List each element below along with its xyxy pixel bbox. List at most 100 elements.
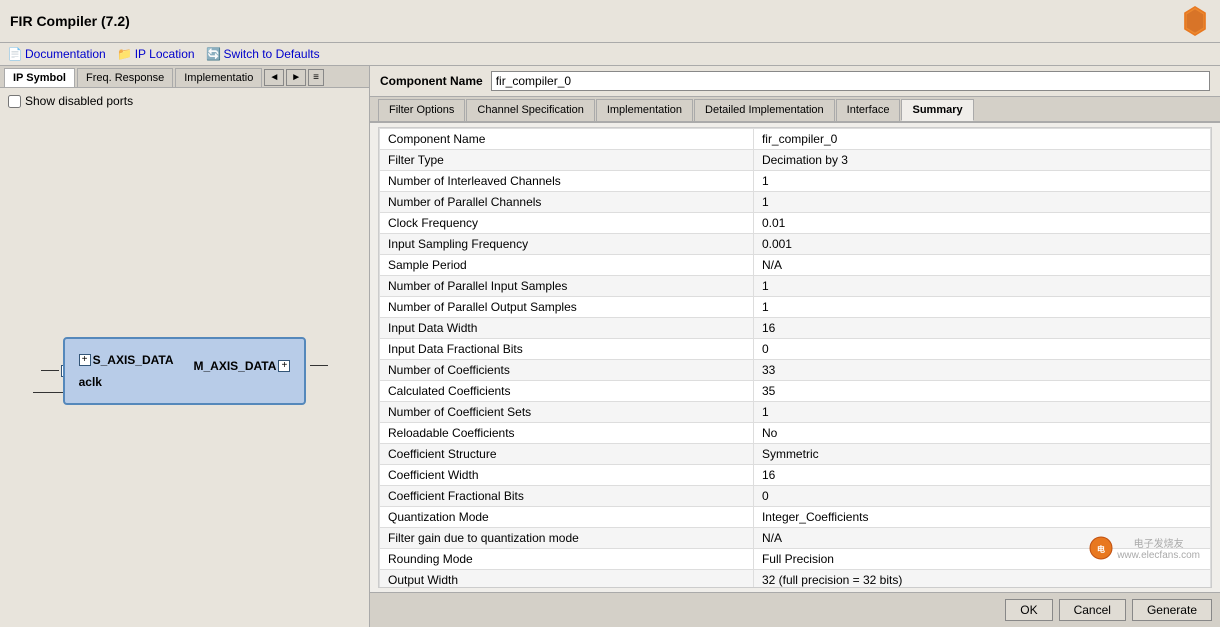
show-ports-row: Show disabled ports bbox=[0, 88, 369, 114]
table-row: Coefficient Width16 bbox=[380, 465, 1211, 486]
s-axis-data-port-label: S_AXIS_DATA bbox=[93, 353, 174, 367]
right-tabs-bar: Filter Options Channel Specification Imp… bbox=[370, 97, 1220, 123]
value-cell: Symmetric bbox=[753, 444, 1210, 465]
switch-defaults-icon: 🔄 bbox=[207, 47, 221, 61]
tab-implementation[interactable]: Implementation bbox=[596, 99, 693, 121]
property-cell: Sample Period bbox=[380, 255, 754, 276]
value-cell: 35 bbox=[753, 381, 1210, 402]
table-row: Component Namefir_compiler_0 bbox=[380, 129, 1211, 150]
ip-location-link[interactable]: 📁 IP Location bbox=[118, 47, 195, 61]
table-row: Number of Coefficients33 bbox=[380, 360, 1211, 381]
value-cell: 1 bbox=[753, 402, 1210, 423]
property-cell: Quantization Mode bbox=[380, 507, 754, 528]
table-row: Clock Frequency0.01 bbox=[380, 213, 1211, 234]
table-row: Reloadable CoefficientsNo bbox=[380, 423, 1211, 444]
value-cell: 16 bbox=[753, 465, 1210, 486]
m-axis-data-port-plus[interactable]: + bbox=[278, 360, 290, 372]
value-cell: N/A bbox=[753, 255, 1210, 276]
generate-button[interactable]: Generate bbox=[1132, 599, 1212, 621]
property-cell: Number of Parallel Channels bbox=[380, 192, 754, 213]
property-cell: Coefficient Fractional Bits bbox=[380, 486, 754, 507]
right-panel: Component Name Filter Options Channel Sp… bbox=[370, 66, 1220, 627]
table-row: Coefficient StructureSymmetric bbox=[380, 444, 1211, 465]
ok-cancel-bar: OK Cancel Generate bbox=[370, 592, 1220, 627]
table-row: Number of Coefficient Sets1 bbox=[380, 402, 1211, 423]
table-row: Rounding ModeFull Precision bbox=[380, 549, 1211, 570]
value-cell: 1 bbox=[753, 171, 1210, 192]
aclk-port-label: aclk bbox=[79, 375, 102, 389]
value-cell: 33 bbox=[753, 360, 1210, 381]
altera-logo-icon bbox=[1180, 6, 1210, 36]
summary-data-table: Component Namefir_compiler_0Filter TypeD… bbox=[379, 128, 1211, 588]
value-cell: Decimation by 3 bbox=[753, 150, 1210, 171]
show-disabled-ports-label: Show disabled ports bbox=[25, 94, 133, 108]
property-cell: Number of Parallel Input Samples bbox=[380, 276, 754, 297]
value-cell: 0.001 bbox=[753, 234, 1210, 255]
component-name-row: Component Name bbox=[370, 66, 1220, 97]
m-axis-data-port-label: M_AXIS_DATA bbox=[194, 359, 277, 373]
value-cell: 1 bbox=[753, 297, 1210, 318]
table-row: Calculated Coefficients35 bbox=[380, 381, 1211, 402]
tab-summary[interactable]: Summary bbox=[901, 99, 973, 121]
component-name-label: Component Name bbox=[380, 74, 483, 88]
tab-nav-prev[interactable]: ◄ bbox=[264, 69, 284, 86]
tab-interface[interactable]: Interface bbox=[836, 99, 901, 121]
table-row: Number of Parallel Input Samples1 bbox=[380, 276, 1211, 297]
component-name-input[interactable] bbox=[491, 71, 1210, 91]
cancel-button[interactable]: Cancel bbox=[1059, 599, 1126, 621]
table-row: Number of Parallel Output Samples1 bbox=[380, 297, 1211, 318]
tab-filter-options[interactable]: Filter Options bbox=[378, 99, 465, 121]
tab-freq-response[interactable]: Freq. Response bbox=[77, 68, 173, 87]
value-cell: 0.01 bbox=[753, 213, 1210, 234]
property-cell: Clock Frequency bbox=[380, 213, 754, 234]
property-cell: Input Sampling Frequency bbox=[380, 234, 754, 255]
tab-channel-spec[interactable]: Channel Specification bbox=[466, 99, 594, 121]
property-cell: Reloadable Coefficients bbox=[380, 423, 754, 444]
table-row: Number of Parallel Channels1 bbox=[380, 192, 1211, 213]
value-cell: 16 bbox=[753, 318, 1210, 339]
value-cell: Integer_Coefficients bbox=[753, 507, 1210, 528]
window-title: FIR Compiler (7.2) bbox=[10, 13, 130, 29]
ok-button[interactable]: OK bbox=[1005, 599, 1052, 621]
property-cell: Number of Interleaved Channels bbox=[380, 171, 754, 192]
documentation-icon: 📄 bbox=[8, 47, 22, 61]
table-row: Coefficient Fractional Bits0 bbox=[380, 486, 1211, 507]
property-cell: Rounding Mode bbox=[380, 549, 754, 570]
value-cell: 1 bbox=[753, 276, 1210, 297]
ip-location-icon: 📁 bbox=[118, 47, 132, 61]
table-row: Sample PeriodN/A bbox=[380, 255, 1211, 276]
property-cell: Coefficient Structure bbox=[380, 444, 754, 465]
tab-nav-menu[interactable]: ≡ bbox=[308, 69, 324, 86]
tab-ip-symbol[interactable]: IP Symbol bbox=[4, 68, 75, 87]
table-row: Filter TypeDecimation by 3 bbox=[380, 150, 1211, 171]
component-diagram: + + S_AXIS_DATA aclk bbox=[63, 337, 307, 405]
value-cell: 0 bbox=[753, 486, 1210, 507]
switch-defaults-link[interactable]: 🔄 Switch to Defaults bbox=[207, 47, 320, 61]
table-row: Filter gain due to quantization modeN/A bbox=[380, 528, 1211, 549]
summary-table: Component Namefir_compiler_0Filter TypeD… bbox=[378, 127, 1212, 588]
documentation-link[interactable]: 📄 Documentation bbox=[8, 47, 106, 61]
property-cell: Input Data Width bbox=[380, 318, 754, 339]
table-row: Input Data Fractional Bits0 bbox=[380, 339, 1211, 360]
table-row: Input Sampling Frequency0.001 bbox=[380, 234, 1211, 255]
value-cell: fir_compiler_0 bbox=[753, 129, 1210, 150]
property-cell: Coefficient Width bbox=[380, 465, 754, 486]
left-panel: IP Symbol Freq. Response Implementatio ◄… bbox=[0, 66, 370, 627]
symbol-area: + + S_AXIS_DATA aclk bbox=[0, 114, 369, 627]
value-cell: No bbox=[753, 423, 1210, 444]
table-row: Output Width32 (full precision = 32 bits… bbox=[380, 570, 1211, 589]
value-cell: 0 bbox=[753, 339, 1210, 360]
toolbar: 📄 Documentation 📁 IP Location 🔄 Switch t… bbox=[0, 43, 1220, 66]
tab-detailed-impl[interactable]: Detailed Implementation bbox=[694, 99, 835, 121]
show-disabled-ports-checkbox[interactable] bbox=[8, 95, 21, 108]
property-cell: Output Width bbox=[380, 570, 754, 589]
tab-nav-next[interactable]: ► bbox=[286, 69, 306, 86]
property-cell: Number of Coefficients bbox=[380, 360, 754, 381]
property-cell: Filter gain due to quantization mode bbox=[380, 528, 754, 549]
property-cell: Component Name bbox=[380, 129, 754, 150]
title-bar: FIR Compiler (7.2) bbox=[0, 0, 1220, 43]
tab-implementation[interactable]: Implementatio bbox=[175, 68, 262, 87]
table-row: Input Data Width16 bbox=[380, 318, 1211, 339]
s-axis-data-port-plus[interactable]: + bbox=[79, 354, 91, 366]
value-cell: Full Precision bbox=[753, 549, 1210, 570]
